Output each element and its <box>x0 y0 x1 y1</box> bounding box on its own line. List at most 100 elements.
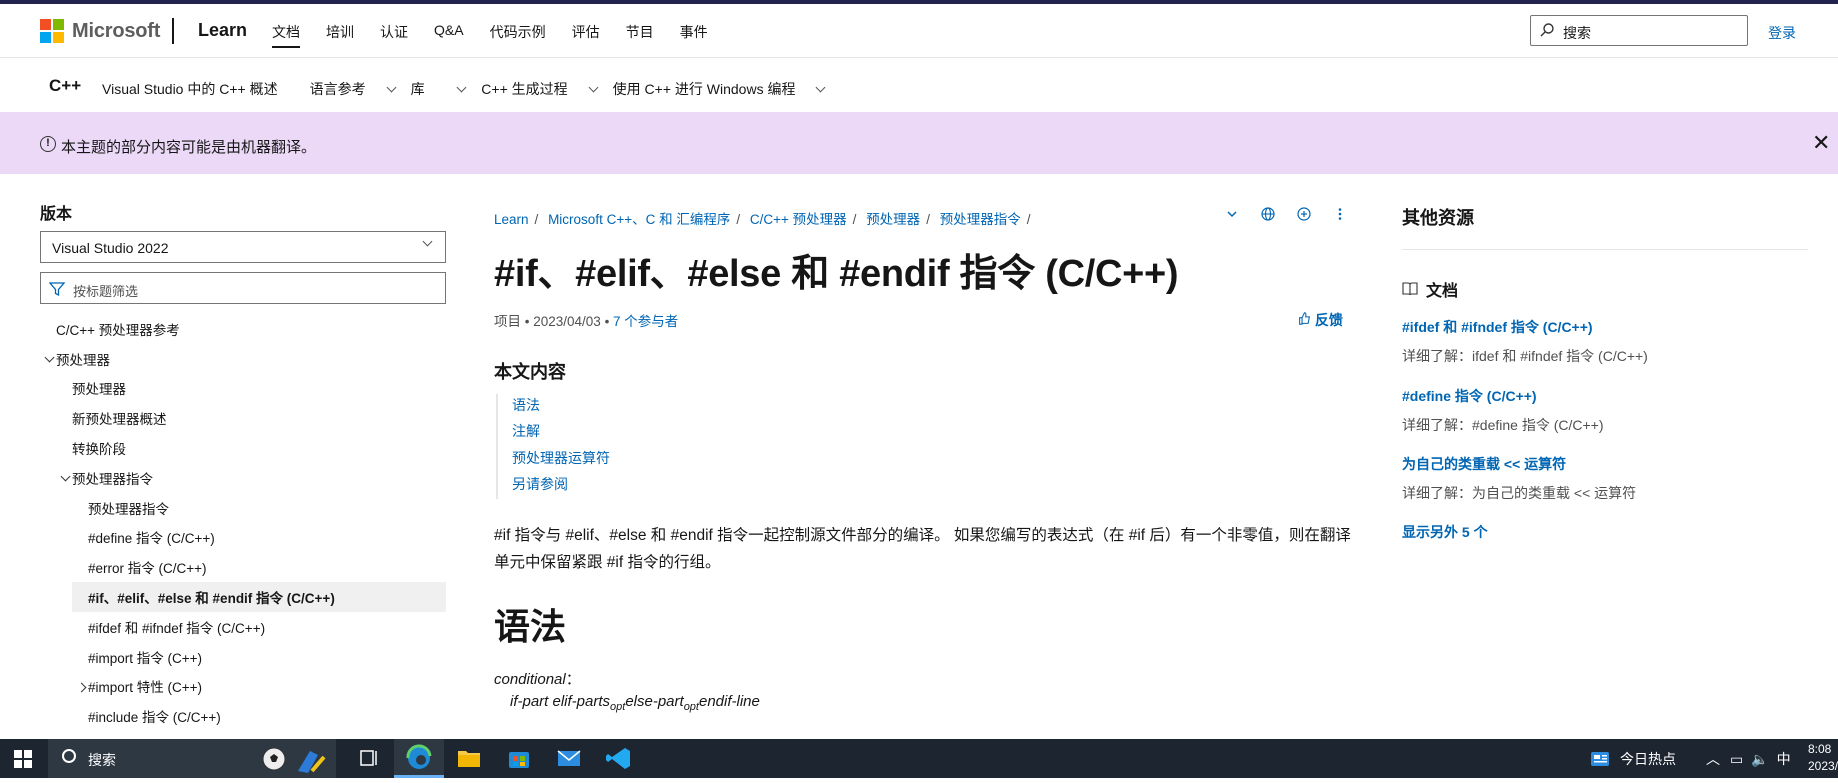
chevron-right-icon[interactable] <box>76 682 87 693</box>
breadcrumb-item[interactable]: 预处理器指令 <box>940 212 1021 227</box>
product-subnav: C++ Visual Studio 中的 C++ 概述 语言参考 库 C++ 生… <box>0 59 1838 112</box>
nav-qa[interactable]: Q&A <box>434 22 464 48</box>
version-select[interactable]: Visual Studio 2022 <box>40 231 446 263</box>
edge-browser-icon[interactable] <box>394 739 444 778</box>
toc-item-label: #define 指令 (C/C++) <box>88 531 215 547</box>
filter-placeholder: 按标题筛选 <box>73 284 139 299</box>
in-article-link[interactable]: 另请参阅 <box>512 473 610 499</box>
toc-item[interactable]: 转换阶段 <box>40 433 446 463</box>
subnav-windows[interactable]: 使用 C++ 进行 Windows 编程 <box>613 79 826 99</box>
syntax-conditional-label: conditional <box>494 671 566 688</box>
clock-date: 2023/7 <box>1808 759 1838 773</box>
vscode-icon[interactable] <box>594 739 644 778</box>
toc-item[interactable]: #define 指令 (C/C++) <box>40 523 446 553</box>
resource-item: #define 指令 (C/C++) 详细了解：#define 指令 (C/C+… <box>1402 386 1604 435</box>
feedback-button[interactable]: 反馈 <box>1298 310 1343 330</box>
nav-events[interactable]: 事件 <box>680 22 708 48</box>
breadcrumb-item[interactable]: 预处理器 <box>866 212 920 227</box>
in-article-link[interactable]: 语法 <box>512 394 610 420</box>
resource-link[interactable]: #define 指令 (C/C++) <box>1402 386 1604 406</box>
breadcrumb-item[interactable]: Microsoft C++、C 和 汇编程序 <box>548 212 730 227</box>
subnav-brand[interactable]: C++ <box>49 76 81 96</box>
toc-item[interactable]: 预处理器指令 <box>40 493 446 523</box>
toc-item-label: 预处理器 <box>56 352 110 368</box>
page-title: #if、#elif、#else 和 #endif 指令 (C/C++) <box>494 253 1179 295</box>
toc-item-label: #include 指令 (C/C++) <box>88 710 221 726</box>
toc-item[interactable]: 预处理器 <box>40 344 446 374</box>
login-link[interactable]: 登录 <box>1768 23 1796 43</box>
language-globe-icon[interactable] <box>1260 206 1276 222</box>
resource-item: 为自己的类重载 << 运算符 详细了解：为自己的类重载 << 运算符 <box>1402 454 1636 503</box>
more-options-icon[interactable] <box>1332 206 1348 222</box>
intro-paragraph: #if 指令与 #elif、#else 和 #endif 指令一起控制源文件部分… <box>494 527 1351 571</box>
article-actions <box>1224 206 1348 222</box>
volume-icon[interactable]: 🔈 <box>1751 751 1768 768</box>
nav-code-samples[interactable]: 代码示例 <box>490 22 546 48</box>
contributors-link[interactable]: 7 个参与者 <box>613 314 678 329</box>
subnav-libraries[interactable]: 库 <box>411 79 467 99</box>
nav-docs[interactable]: 文档 <box>272 22 300 48</box>
learn-home-link[interactable]: Learn <box>198 20 247 41</box>
toc-item[interactable]: C/C++ 预处理器参考 <box>40 314 446 344</box>
toc-item-label: #import 特性 (C++) <box>88 680 203 696</box>
close-icon[interactable]: ✕ <box>1812 130 1830 156</box>
nav-certifications[interactable]: 认证 <box>380 22 408 48</box>
toc-item[interactable]: #import 特性 (C++) <box>40 672 446 702</box>
docs-heading-label: 文档 <box>1426 283 1459 300</box>
news-widget-label[interactable]: 今日热点 <box>1620 749 1676 769</box>
nav-shows[interactable]: 节目 <box>626 22 654 48</box>
toc-item-label: 预处理器指令 <box>72 471 153 487</box>
toc-filter-input[interactable]: 按标题筛选 <box>40 272 446 304</box>
soccer-ball-icon <box>262 747 326 773</box>
toc-item[interactable]: #import 指令 (C++) <box>40 642 446 672</box>
chevron-down-icon[interactable] <box>60 471 71 482</box>
toc-item[interactable]: 预处理器指令 <box>40 463 446 493</box>
file-explorer-icon[interactable] <box>444 739 494 778</box>
chevron-up-icon[interactable]: ︿ <box>1706 749 1720 769</box>
search-input[interactable]: 搜索 <box>1530 15 1748 46</box>
network-icon[interactable]: ▭ <box>1730 751 1743 768</box>
subnav-overview[interactable]: Visual Studio 中的 C++ 概述 <box>102 79 294 99</box>
breadcrumb-item[interactable]: C/C++ 预处理器 <box>750 212 847 227</box>
search-icon <box>1540 23 1554 37</box>
nav-assessments[interactable]: 评估 <box>572 22 600 48</box>
add-collection-icon[interactable] <box>1296 206 1312 222</box>
toc-item[interactable]: #include 指令 (C/C++) <box>40 701 446 731</box>
toc-sidebar: 版本 Visual Studio 2022 按标题筛选 C/C++ 预处理器参考… <box>40 174 446 739</box>
breadcrumb: Learn / Microsoft C++、C 和 汇编程序 / C/C++ 预处理… <box>494 212 1031 227</box>
breadcrumb-item[interactable]: Learn <box>494 212 529 227</box>
in-article-link[interactable]: 预处理器运算符 <box>512 447 610 473</box>
in-this-article-title: 本文内容 <box>494 362 566 382</box>
resource-link[interactable]: #ifdef 和 #ifndef 指令 (C/C++) <box>1402 317 1648 337</box>
syntax-heading: 语法 <box>494 606 567 647</box>
show-more-link[interactable]: 显示另外 5 个 <box>1402 522 1488 542</box>
chevron-down-icon[interactable] <box>1224 206 1240 222</box>
toc-item[interactable]: 预处理器 <box>40 374 446 404</box>
toc-item-label: 新预处理器概述 <box>72 412 167 428</box>
subnav-build[interactable]: C++ 生成过程 <box>481 79 599 99</box>
toc-item[interactable]: 新预处理器概述 <box>40 403 446 433</box>
microsoft-logo[interactable]: Microsoft <box>40 19 160 43</box>
in-article-link[interactable]: 注解 <box>512 420 610 446</box>
subnav-overview-label: Visual Studio 中的 C++ 概述 <box>102 81 278 97</box>
taskbar-search[interactable]: 搜索 <box>48 739 336 778</box>
resource-link[interactable]: 为自己的类重载 << 运算符 <box>1402 454 1636 474</box>
toc-item[interactable]: #ifdef 和 #ifndef 指令 (C/C++) <box>40 612 446 642</box>
task-view-icon[interactable] <box>344 739 394 778</box>
mail-icon[interactable] <box>544 739 594 778</box>
store-icon[interactable] <box>494 739 544 778</box>
ime-indicator[interactable]: 中 <box>1777 749 1791 769</box>
toc-item[interactable]: #error 指令 (C/C++) <box>40 552 446 582</box>
chevron-down-icon[interactable] <box>44 352 55 363</box>
subnav-language-reference[interactable]: 语言参考 <box>310 79 397 99</box>
search-placeholder: 搜索 <box>1563 25 1591 41</box>
toc-item[interactable]: #if、#elif、#else 和 #endif 指令 (C/C++) <box>72 582 446 612</box>
news-widget-icon[interactable] <box>1590 751 1610 767</box>
resource-desc: 详细了解：#define 指令 (C/C++) <box>1402 417 1604 433</box>
toc-item[interactable]: #line 指令 (C/C++) <box>40 731 446 739</box>
nav-training[interactable]: 培训 <box>326 22 354 48</box>
chevron-down-icon <box>816 82 826 92</box>
windows-start-icon[interactable] <box>14 750 32 768</box>
toc-item-label: #ifdef 和 #ifndef 指令 (C/C++) <box>88 620 266 636</box>
clock[interactable]: 8:08 2023/7 <box>1808 741 1838 775</box>
